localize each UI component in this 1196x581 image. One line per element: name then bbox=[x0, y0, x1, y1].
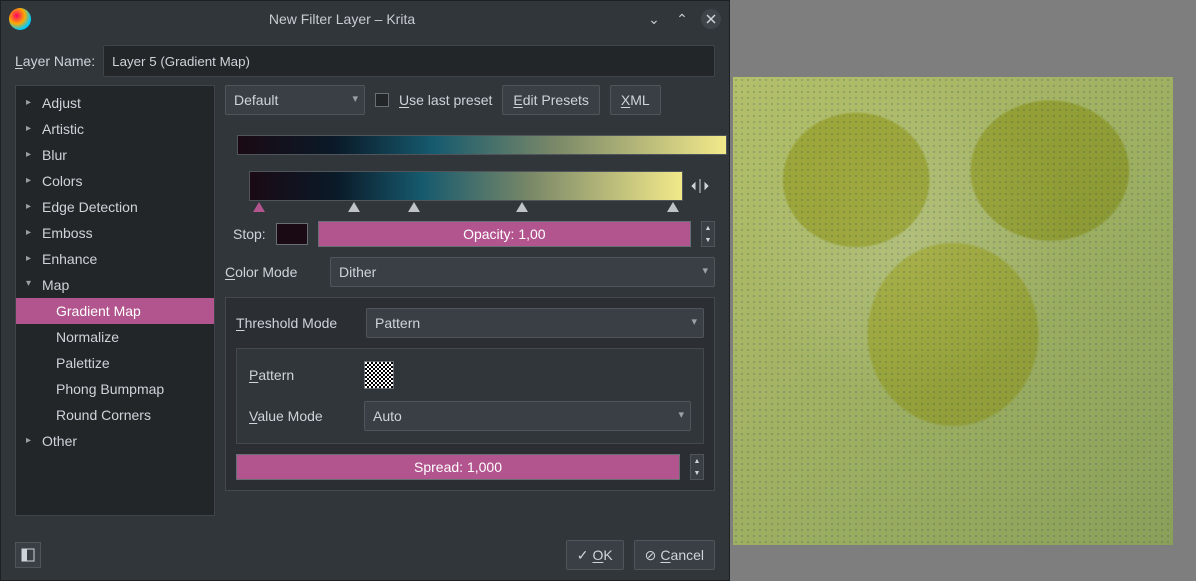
gradient-stop-handle[interactable] bbox=[408, 202, 420, 212]
chevron-right-icon: ▸ bbox=[26, 248, 38, 270]
opacity-spin-buttons[interactable]: ▲▼ bbox=[701, 221, 715, 247]
spread-slider[interactable]: Spread: 1,000 bbox=[236, 454, 680, 480]
titlebar: New Filter Layer – Krita ⌄ ⌃ bbox=[1, 1, 729, 37]
tree-item-adjust[interactable]: ▸Adjust bbox=[16, 90, 214, 116]
xml-button[interactable]: XML bbox=[610, 85, 661, 115]
tree-item-phong-bumpmap[interactable]: Phong Bumpmap bbox=[16, 376, 214, 402]
tree-item-other[interactable]: ▸Other bbox=[16, 428, 214, 454]
value-mode-label: Value Mode bbox=[249, 408, 354, 424]
tree-item-colors[interactable]: ▸Colors bbox=[16, 168, 214, 194]
threshold-mode-label: Threshold Mode bbox=[236, 315, 356, 331]
chevron-right-icon: ▸ bbox=[26, 118, 38, 140]
cancel-button[interactable]: ⊘Cancel bbox=[634, 540, 715, 570]
opacity-slider[interactable]: Opacity: 1,00 bbox=[318, 221, 691, 247]
use-last-preset-label: Use last preset bbox=[399, 92, 492, 108]
expand-icon[interactable]: ⌃ bbox=[673, 10, 691, 28]
tree-item-emboss[interactable]: ▸Emboss bbox=[16, 220, 214, 246]
tree-item-label: Enhance bbox=[42, 248, 97, 270]
tree-item-label: Blur bbox=[42, 144, 67, 166]
ok-button[interactable]: ✓OK bbox=[566, 540, 624, 570]
canvas-preview bbox=[733, 77, 1173, 545]
chevron-right-icon: ▸ bbox=[26, 92, 38, 114]
window-title: New Filter Layer – Krita bbox=[39, 11, 645, 27]
tree-item-normalize[interactable]: Normalize bbox=[16, 324, 214, 350]
stop-color-swatch[interactable] bbox=[276, 223, 308, 245]
chevron-right-icon: ▸ bbox=[26, 222, 38, 244]
tree-item-label: Adjust bbox=[42, 92, 81, 114]
tree-item-gradient-map[interactable]: Gradient Map bbox=[16, 298, 214, 324]
layer-name-input[interactable] bbox=[103, 45, 715, 77]
tree-item-label: Emboss bbox=[42, 222, 93, 244]
tree-item-label: Colors bbox=[42, 170, 82, 192]
tree-item-palettize[interactable]: Palettize bbox=[16, 350, 214, 376]
pattern-swatch[interactable] bbox=[364, 361, 394, 389]
color-mode-label: Color Mode bbox=[225, 264, 320, 280]
color-mode-combo[interactable]: Dither bbox=[330, 257, 715, 287]
preview-toggle-button[interactable] bbox=[15, 542, 41, 568]
use-last-preset-checkbox[interactable] bbox=[375, 93, 389, 107]
tree-item-enhance[interactable]: ▸Enhance bbox=[16, 246, 214, 272]
collapse-icon[interactable]: ⌄ bbox=[645, 10, 663, 28]
chevron-right-icon: ▸ bbox=[26, 196, 38, 218]
gradient-stop-handle[interactable] bbox=[348, 202, 360, 212]
tree-item-label: Edge Detection bbox=[42, 196, 138, 218]
chevron-right-icon: ▸ bbox=[26, 170, 38, 192]
chevron-right-icon: ▸ bbox=[26, 430, 38, 452]
tree-item-map[interactable]: ▾Map bbox=[16, 272, 214, 298]
value-mode-combo[interactable]: Auto bbox=[364, 401, 691, 431]
stop-label: Stop: bbox=[233, 226, 266, 242]
tree-item-blur[interactable]: ▸Blur bbox=[16, 142, 214, 168]
tree-item-round-corners[interactable]: Round Corners bbox=[16, 402, 214, 428]
mirror-gradient-icon[interactable] bbox=[689, 178, 711, 194]
pattern-label: Pattern bbox=[249, 367, 354, 383]
tree-item-label: Other bbox=[42, 430, 77, 452]
filter-category-tree[interactable]: ▸Adjust▸Artistic▸Blur▸Colors▸Edge Detect… bbox=[15, 85, 215, 516]
preset-combo[interactable]: Default bbox=[225, 85, 365, 115]
gradient-editor[interactable] bbox=[249, 171, 683, 201]
gradient-stop-handle[interactable] bbox=[253, 202, 265, 212]
tree-item-artistic[interactable]: ▸Artistic bbox=[16, 116, 214, 142]
new-filter-layer-dialog: New Filter Layer – Krita ⌄ ⌃ Layer Name:… bbox=[0, 0, 730, 581]
edit-presets-button[interactable]: Edit Presets bbox=[502, 85, 599, 115]
close-icon[interactable] bbox=[701, 9, 721, 29]
spread-spin-buttons[interactable]: ▲▼ bbox=[690, 454, 704, 480]
tree-item-label: Artistic bbox=[42, 118, 84, 140]
threshold-mode-combo[interactable]: Pattern bbox=[366, 308, 704, 338]
gradient-stop-handle[interactable] bbox=[667, 202, 679, 212]
gradient-stop-handle[interactable] bbox=[516, 202, 528, 212]
chevron-right-icon: ▸ bbox=[26, 144, 38, 166]
gradient-preview bbox=[237, 135, 727, 155]
chevron-down-icon: ▾ bbox=[26, 273, 38, 295]
tree-item-edge-detection[interactable]: ▸Edge Detection bbox=[16, 194, 214, 220]
krita-app-icon bbox=[9, 8, 31, 30]
tree-item-label: Map bbox=[42, 274, 69, 296]
layer-name-label: Layer Name: bbox=[15, 53, 95, 69]
